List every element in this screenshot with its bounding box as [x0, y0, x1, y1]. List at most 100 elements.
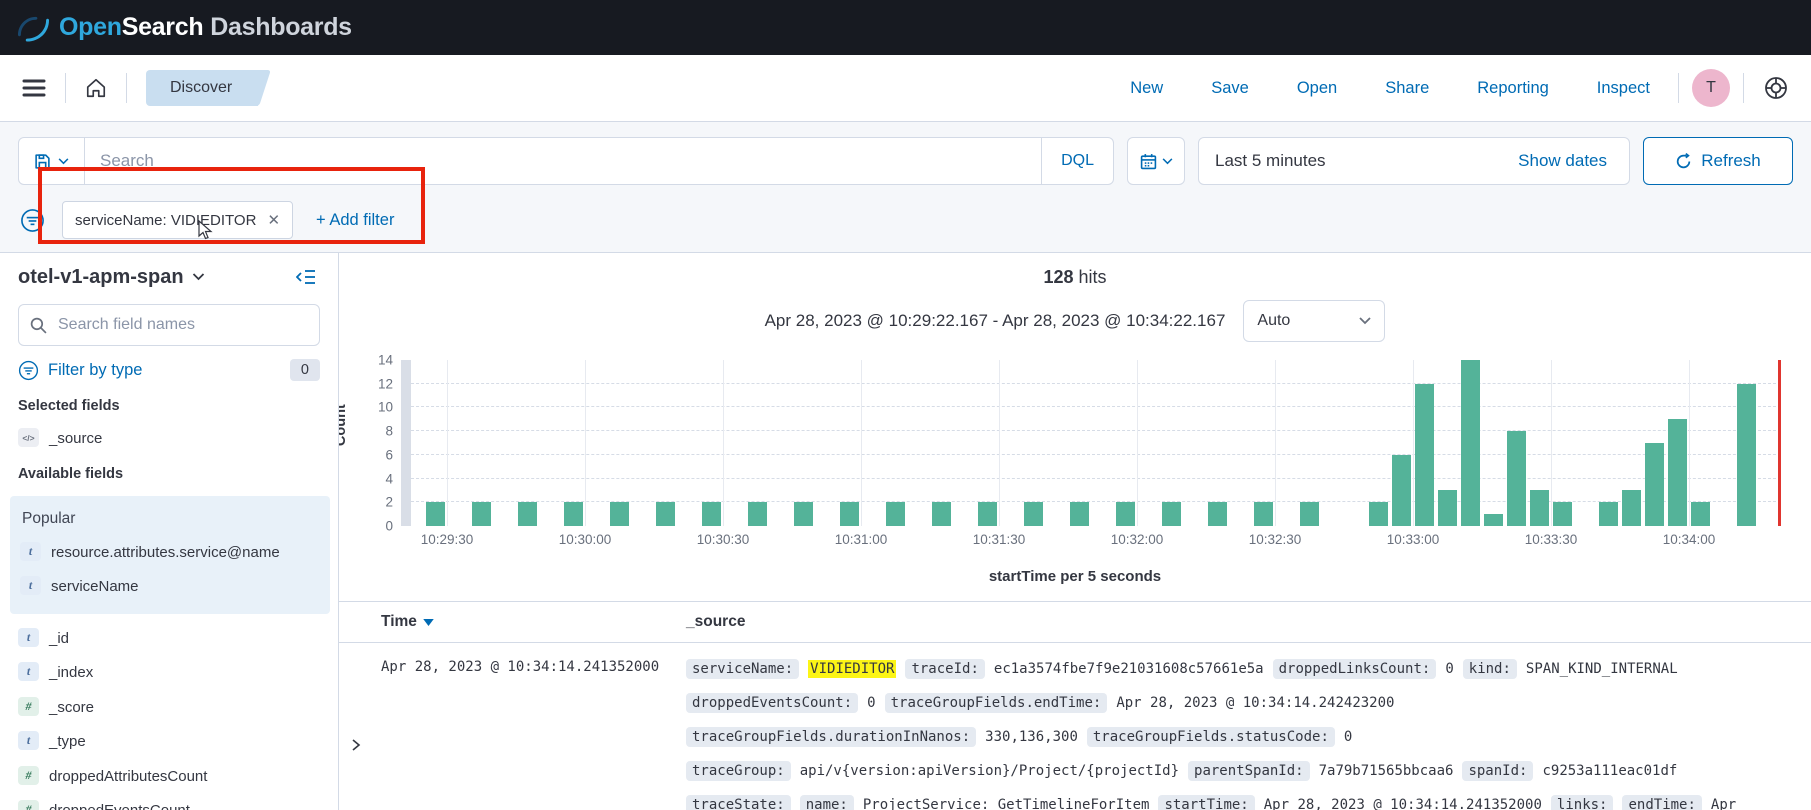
histogram-bar[interactable]: [748, 502, 767, 526]
interval-select[interactable]: Auto: [1243, 300, 1385, 342]
filter-circle-icon[interactable]: [20, 208, 45, 233]
collapse-sidebar-icon[interactable]: [292, 265, 320, 289]
field-item-_type[interactable]: t_type: [18, 732, 320, 752]
field-item-droppedEventsCount[interactable]: #droppedEventsCount: [18, 801, 320, 810]
histogram-bar[interactable]: [1415, 384, 1434, 526]
histogram-bar[interactable]: [1645, 443, 1664, 526]
field-name: _id: [49, 629, 69, 649]
x-tick-label: 10:30:00: [559, 532, 612, 547]
histogram-bar[interactable]: [1208, 502, 1227, 526]
date-picker-button[interactable]: [1127, 137, 1185, 185]
show-dates-button[interactable]: Show dates: [1512, 150, 1613, 172]
v-gridline: [1275, 360, 1276, 526]
v-gridline: [1137, 360, 1138, 526]
field-item-_id[interactable]: t _id: [18, 629, 320, 649]
source-value: 0: [1445, 661, 1453, 677]
filter-pill-servicename[interactable]: serviceName: VIDIEDITOR ✕: [62, 201, 293, 239]
source-key-chip: traceGroupFields.endTime:: [885, 693, 1108, 713]
saved-query-menu-button[interactable]: [19, 138, 85, 184]
brand-title: OpenSearchDashboards: [59, 13, 352, 42]
nav-link-inspect[interactable]: Inspect: [1591, 78, 1656, 99]
field-item-_score[interactable]: #_score: [18, 698, 320, 718]
breadcrumb-discover[interactable]: Discover: [146, 70, 258, 106]
add-filter-button[interactable]: + Add filter: [310, 210, 400, 231]
now-marker-line: [1778, 360, 1781, 526]
filter-by-type-button[interactable]: Filter by type 0: [18, 359, 320, 381]
histogram-bar[interactable]: [656, 502, 675, 526]
field-item-droppedAttributesCount[interactable]: #droppedAttributesCount: [18, 767, 320, 787]
histogram-bar[interactable]: [978, 502, 997, 526]
field-name: droppedAttributesCount: [49, 767, 207, 787]
source-value: Apr 28, 2023 @ 10:34:14.242423200: [1116, 695, 1394, 711]
string-field-icon: t: [18, 731, 39, 750]
field-name: resource.attributes.service@name: [51, 543, 280, 563]
histogram-bar[interactable]: [1507, 431, 1526, 526]
source-value: SPAN_KIND_INTERNAL: [1526, 661, 1678, 677]
histogram-bar[interactable]: [932, 502, 951, 526]
histogram-bar[interactable]: [1668, 419, 1687, 526]
help-buoy-icon[interactable]: [1757, 69, 1795, 107]
histogram-bar[interactable]: [1530, 490, 1549, 526]
search-input[interactable]: [85, 138, 1041, 184]
histogram-bar[interactable]: [702, 502, 721, 526]
home-icon[interactable]: [79, 71, 113, 105]
histogram-bar[interactable]: [1553, 502, 1572, 526]
histogram-bar[interactable]: [1737, 384, 1756, 526]
histogram-bar[interactable]: [1392, 455, 1411, 526]
expand-row-icon[interactable]: [339, 659, 381, 810]
source-value: 0: [1344, 729, 1352, 745]
field-item-_source[interactable]: </>_source: [18, 429, 320, 449]
refresh-button[interactable]: Refresh: [1643, 137, 1793, 185]
field-item-serviceName[interactable]: tserviceName: [20, 577, 320, 597]
histogram-bar[interactable]: [1300, 502, 1319, 526]
number-field-icon: #: [18, 800, 39, 810]
histogram-bar[interactable]: [610, 502, 629, 526]
histogram-bar[interactable]: [1116, 502, 1135, 526]
query-language-button[interactable]: DQL: [1041, 138, 1113, 184]
nav-link-open[interactable]: Open: [1291, 78, 1343, 99]
histogram-bar[interactable]: [1438, 490, 1457, 526]
nav-link-share[interactable]: Share: [1379, 78, 1435, 99]
remove-filter-icon[interactable]: ✕: [267, 211, 280, 229]
v-gridline: [1689, 360, 1690, 526]
partial-bucket-band: [401, 360, 411, 526]
time-range-box[interactable]: Last 5 minutes Show dates: [1198, 137, 1630, 185]
histogram-bar[interactable]: [1369, 502, 1388, 526]
string-field-icon: t: [18, 628, 39, 647]
field-item-resource.attributes.service@name[interactable]: tresource.attributes.service@name: [20, 543, 320, 563]
y-tick-label: 10: [378, 400, 393, 415]
h-gridline: [401, 383, 1781, 384]
histogram-bar[interactable]: [426, 502, 445, 526]
nav-link-save[interactable]: Save: [1205, 78, 1255, 99]
histogram-bar[interactable]: [886, 502, 905, 526]
nav-link-reporting[interactable]: Reporting: [1471, 78, 1555, 99]
histogram-bar[interactable]: [564, 502, 583, 526]
y-axis-title: Count: [339, 404, 349, 446]
histogram-bar[interactable]: [518, 502, 537, 526]
avatar[interactable]: T: [1692, 69, 1730, 107]
time-column-header[interactable]: Time: [339, 613, 686, 631]
search-icon: [30, 317, 47, 334]
x-tick-label: 10:33:30: [1525, 532, 1578, 547]
discover-main: 128 hits Apr 28, 2023 @ 10:29:22.167 - A…: [339, 253, 1811, 810]
histogram-bar[interactable]: [1461, 360, 1480, 526]
histogram-bar[interactable]: [1599, 502, 1618, 526]
brand-search: Search: [122, 13, 204, 41]
histogram-plot[interactable]: [401, 360, 1781, 526]
field-item-_index[interactable]: t_index: [18, 663, 320, 683]
menu-hamburger-icon[interactable]: [16, 72, 52, 104]
nav-link-new[interactable]: New: [1124, 78, 1169, 99]
histogram-bar[interactable]: [840, 502, 859, 526]
field-search-input[interactable]: [56, 315, 308, 335]
index-pattern-title[interactable]: otel-v1-apm-span: [18, 266, 184, 289]
y-tick-label: 8: [385, 424, 393, 439]
histogram-bar[interactable]: [1254, 502, 1273, 526]
histogram-bar[interactable]: [1622, 490, 1641, 526]
histogram-bar[interactable]: [472, 502, 491, 526]
histogram-bar[interactable]: [794, 502, 813, 526]
histogram-bar[interactable]: [1162, 502, 1181, 526]
histogram-bar[interactable]: [1484, 514, 1503, 526]
histogram-bar[interactable]: [1024, 502, 1043, 526]
histogram-bar[interactable]: [1070, 502, 1089, 526]
histogram-bar[interactable]: [1691, 502, 1710, 526]
